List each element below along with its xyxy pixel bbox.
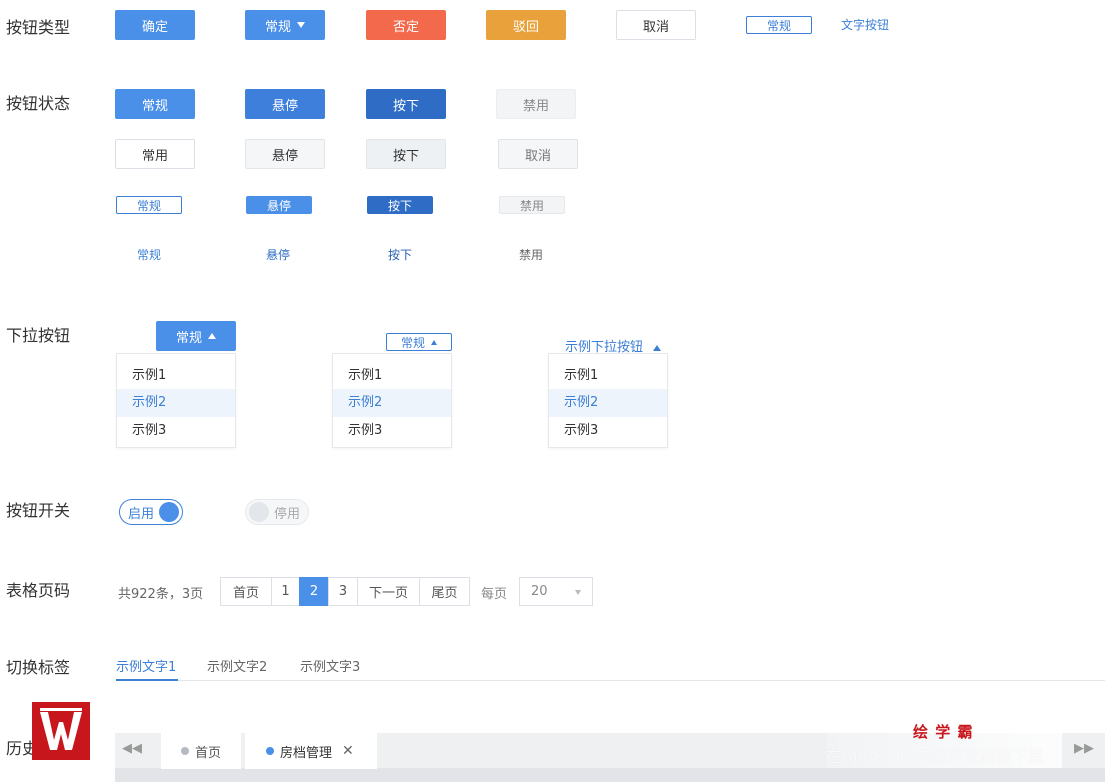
tab-example-3[interactable]: 示例文字3 [300,656,360,675]
deny-button[interactable]: 否定 [366,10,446,40]
state4-disabled-link: 禁用 [519,248,544,262]
dropdown1-menu: 示例1 示例2 示例3 [116,353,236,448]
dropdown3-menu: 示例1 示例2 示例3 [548,353,668,448]
dot-icon [266,747,274,755]
state4-pressed-link[interactable]: 按下 [388,246,412,263]
watermark-text: 在AppStore或应用宝搜索下载 [826,747,1044,766]
history-bar-bottom [115,768,1105,782]
row-label-pager: 表格页码 [6,581,71,600]
pager-per-page-value: 20 [531,584,548,599]
state-pressed-button[interactable]: 按下 [366,89,446,119]
caret-up-icon [208,333,216,339]
pager-summary: 共922条，3页 [118,587,204,602]
state2-normal-button[interactable]: 常用 [115,139,195,169]
dropdown1-button[interactable]: 常规 [156,321,236,351]
history-tab-home-label: 首页 [194,745,221,761]
dot-icon [180,747,189,755]
pager-per-page-label: 每页 [481,587,508,602]
cancel-button[interactable]: 取消 [616,10,696,40]
scroll-left-icon[interactable]: ◀◀ [122,741,142,756]
dropdown2-item-active[interactable]: 示例2 [333,389,451,417]
pager-first[interactable]: 首页 [220,577,272,606]
state3-hover-button[interactable]: 悬停 [246,196,312,214]
state-hover-button[interactable]: 悬停 [245,89,325,119]
tab-active-underline [116,679,178,681]
dropdown2-button[interactable]: 常规 [386,333,452,351]
dropdown2-item[interactable]: 示例1 [333,362,451,390]
dropdown3-item-active[interactable]: 示例2 [549,389,667,417]
tabs-divider [116,680,1105,681]
logo-mark-icon [40,708,82,750]
row-label-switch: 按钮开关 [6,501,71,520]
pager-next[interactable]: 下一页 [357,577,420,606]
normal-dropdown-button[interactable]: 常规 [245,10,325,40]
state4-hover-link[interactable]: 悬停 [266,246,290,263]
pager-page[interactable]: 1 [271,577,300,606]
state2-pressed-button[interactable]: 按下 [366,139,446,169]
chevron-down-icon [575,590,581,595]
scroll-right-icon[interactable]: ▶▶ [1074,741,1094,756]
state-normal-button[interactable]: 常规 [115,89,195,119]
normal-dropdown-label: 常规 [264,19,291,35]
tab-example-2[interactable]: 示例文字2 [207,656,267,675]
row-label-button-types: 按钮类型 [6,18,71,37]
switch-on-label: 启用 [128,506,155,522]
tab-example-1[interactable]: 示例文字1 [116,656,176,675]
switch-off-label: 停用 [274,506,301,522]
switch-on-knob [159,502,179,522]
dropdown1-label: 常规 [175,330,202,346]
dropdown2-label: 常规 [400,335,425,350]
row-label-tabs: 切换标签 [6,658,71,677]
row-label-button-states: 按钮状态 [6,94,71,113]
history-tab-home[interactable]: 首页 [161,733,241,769]
confirm-button[interactable]: 确定 [115,10,195,40]
logo [32,702,90,760]
dropdown2-menu: 示例1 示例2 示例3 [332,353,452,448]
history-tab-active-label: 房档管理 [280,745,333,761]
switch-off-knob [249,502,269,522]
caret-down-icon [297,22,305,28]
caret-up-icon [431,339,437,345]
history-tab-active[interactable]: 房档管理 ✕ [245,733,377,769]
pager-per-page-select[interactable]: 20 [519,577,593,606]
row-label-dropdown: 下拉按钮 [6,326,71,345]
state4-normal-link[interactable]: 常规 [137,246,161,263]
dropdown3-item[interactable]: 示例1 [549,362,667,390]
state-disabled-button: 禁用 [496,89,576,119]
dropdown1-item[interactable]: 示例3 [117,417,235,445]
state2-hover-button[interactable]: 悬停 [245,139,325,169]
state3-pressed-button[interactable]: 按下 [367,196,433,214]
close-icon[interactable]: ✕ [342,743,354,759]
pager-page[interactable]: 3 [328,577,358,606]
caret-up-icon [653,345,662,351]
state3-normal-button[interactable]: 常规 [116,196,182,214]
dropdown2-item[interactable]: 示例3 [333,417,451,445]
dropdown1-item-active[interactable]: 示例2 [117,389,235,417]
reject-button[interactable]: 驳回 [486,10,566,40]
dropdown1-item[interactable]: 示例1 [117,362,235,390]
watermark-brand: 绘 学 霸 [913,723,974,741]
dropdown3-item[interactable]: 示例3 [549,417,667,445]
state2-cancel-button[interactable]: 取消 [498,139,578,169]
state3-disabled-button: 禁用 [499,196,565,214]
text-button[interactable]: 文字按钮 [841,16,889,33]
pager-page-current[interactable]: 2 [299,577,329,606]
small-normal-button[interactable]: 常规 [746,16,812,34]
pager-last[interactable]: 尾页 [419,577,470,606]
switch-on[interactable]: 启用 [119,499,183,525]
switch-off: 停用 [245,499,309,525]
